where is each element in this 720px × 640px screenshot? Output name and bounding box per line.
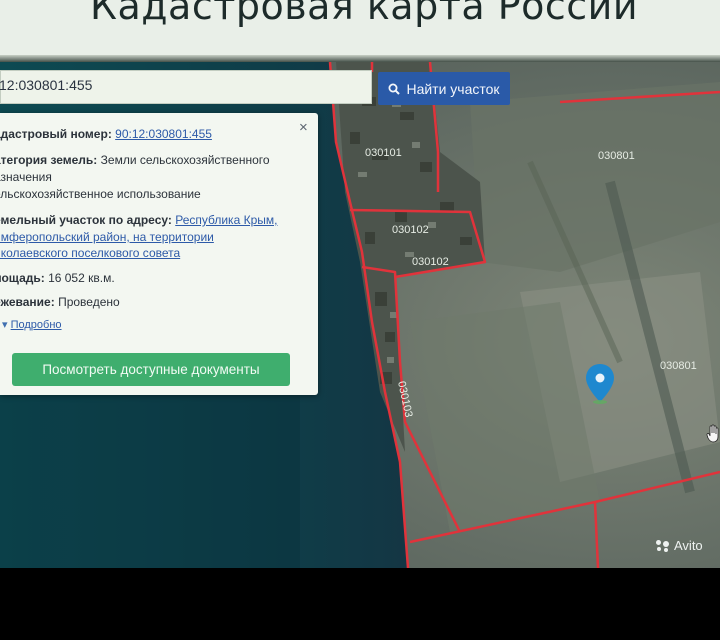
details-link: Подробно	[10, 319, 62, 331]
survey-row: ежевание: Проведено	[0, 295, 120, 309]
quarter-label: 030801	[598, 150, 635, 162]
header-shadow	[0, 55, 720, 62]
quarter-label: 030102	[412, 256, 449, 268]
search-input[interactable]: 12:030801:455	[0, 70, 372, 104]
chevron-down-icon: ▾	[2, 319, 8, 331]
quarter-label: 030102	[392, 224, 429, 236]
survey-value: Проведено	[58, 295, 120, 309]
land-use-value: ельскохозяйственное использование	[0, 187, 201, 201]
find-plot-label: Найти участок	[406, 80, 500, 97]
search-input-value: 12:030801:455	[0, 77, 93, 93]
cadastral-number-row: адастровый номер: 90:12:030801:455	[0, 127, 212, 141]
search-icon	[388, 83, 401, 95]
address-link[interactable]: Республика Крым,	[175, 213, 277, 227]
land-category-label: атегория земель:	[0, 153, 98, 167]
sea-shade	[0, 382, 300, 568]
quarter-label: 030801	[660, 360, 697, 372]
screen: Кадастровая карта России 030101 030801 0…	[0, 0, 720, 568]
avito-logo-icon	[656, 539, 670, 552]
close-icon[interactable]: ×	[299, 119, 308, 136]
header: Кадастровая карта России	[0, 0, 720, 62]
cadastral-number-label: адастровый номер:	[0, 127, 112, 141]
page-title: Кадастровая карта России	[90, 0, 639, 28]
view-documents-button[interactable]: Посмотреть доступные документы	[12, 353, 290, 386]
avito-watermark: Avito	[656, 538, 703, 553]
view-documents-label: Посмотреть доступные документы	[42, 362, 260, 377]
avito-text: Avito	[674, 538, 703, 553]
address-link-line[interactable]: имферопольский район, на территории	[0, 230, 214, 244]
address-row: емельный участок по адресу: Республика К…	[0, 213, 277, 227]
details-toggle[interactable]: ▾ Подробно	[2, 318, 62, 331]
area-label: лощадь:	[0, 271, 45, 285]
land-category-value: Земли сельскохозяйственного	[100, 153, 270, 167]
address-link-line[interactable]: иколаевского поселкового совета	[0, 246, 180, 260]
land-category-row: атегория земель: Земли сельскохозяйствен…	[0, 153, 270, 167]
cadastral-number-link[interactable]: 90:12:030801:455	[115, 127, 212, 141]
quarter-label: 030101	[365, 147, 402, 159]
area-row: лощадь: 16 052 кв.м.	[0, 271, 115, 285]
plot-info-card: × адастровый номер: 90:12:030801:455 ате…	[0, 113, 318, 395]
land-category-value-line: азначения	[0, 170, 52, 184]
find-plot-button[interactable]: Найти участок	[378, 72, 510, 105]
area-value: 16 052 кв.м.	[48, 271, 115, 285]
address-label: емельный участок по адресу:	[0, 213, 172, 227]
survey-label: ежевание:	[0, 295, 55, 309]
